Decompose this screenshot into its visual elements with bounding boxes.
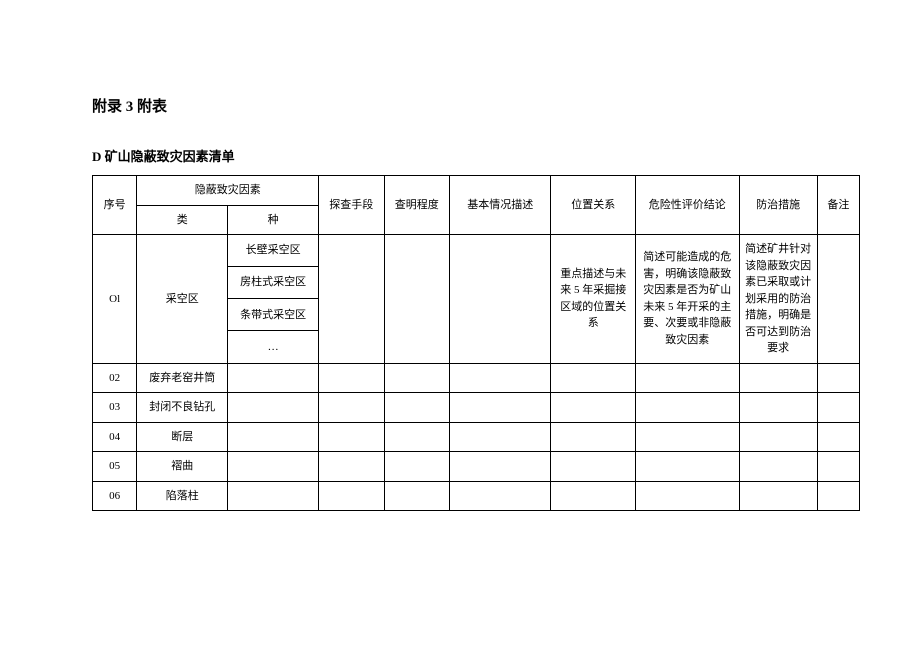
cell-note bbox=[817, 393, 859, 423]
cell-desc bbox=[450, 363, 551, 393]
cell-prevention bbox=[739, 393, 817, 423]
cell-category: 封闭不良钻孔 bbox=[137, 393, 228, 423]
header-type: 种 bbox=[228, 205, 319, 235]
cell-risk bbox=[635, 363, 739, 393]
cell-category: 陷落柱 bbox=[137, 481, 228, 511]
header-position: 位置关系 bbox=[551, 176, 636, 235]
cell-method bbox=[319, 393, 385, 423]
cell-seq: 04 bbox=[93, 422, 137, 452]
cell-note bbox=[817, 235, 859, 364]
cell-method bbox=[319, 481, 385, 511]
cell-degree bbox=[384, 393, 450, 423]
header-prevention: 防治措施 bbox=[739, 176, 817, 235]
cell-method bbox=[319, 452, 385, 482]
cell-note bbox=[817, 481, 859, 511]
cell-degree bbox=[384, 481, 450, 511]
header-factor-group: 隐蔽致灾因素 bbox=[137, 176, 319, 206]
cell-risk bbox=[635, 452, 739, 482]
cell-risk bbox=[635, 481, 739, 511]
cell-seq: 06 bbox=[93, 481, 137, 511]
cell-type: 房柱式采空区 bbox=[228, 267, 319, 299]
cell-position bbox=[551, 422, 636, 452]
cell-seq: 05 bbox=[93, 452, 137, 482]
cell-risk bbox=[635, 422, 739, 452]
cell-category: 褶曲 bbox=[137, 452, 228, 482]
hazard-factors-table: 序号 隐蔽致灾因素 探查手段 查明程度 基本情况描述 位置关系 危险性评价结论 … bbox=[92, 175, 860, 511]
cell-prevention bbox=[739, 422, 817, 452]
cell-desc bbox=[450, 481, 551, 511]
header-seq: 序号 bbox=[93, 176, 137, 235]
cell-prevention bbox=[739, 481, 817, 511]
cell-type bbox=[228, 363, 319, 393]
header-method: 探查手段 bbox=[319, 176, 385, 235]
cell-seq: 03 bbox=[93, 393, 137, 423]
cell-prevention: 简述矿井针对该隐蔽致灾因素已采取或计划采用的防治措施，明确是否可达到防治要求 bbox=[739, 235, 817, 364]
cell-seq: Ol bbox=[93, 235, 137, 364]
cell-seq: 02 bbox=[93, 363, 137, 393]
cell-category: 断层 bbox=[137, 422, 228, 452]
cell-degree bbox=[384, 363, 450, 393]
cell-desc bbox=[450, 422, 551, 452]
cell-desc bbox=[450, 452, 551, 482]
cell-type: 条带式采空区 bbox=[228, 299, 319, 331]
appendix-heading: 附录 3 附表 bbox=[92, 95, 860, 116]
table-row: 02 废弃老窑井筒 bbox=[93, 363, 860, 393]
header-row-1: 序号 隐蔽致灾因素 探查手段 查明程度 基本情况描述 位置关系 危险性评价结论 … bbox=[93, 176, 860, 206]
table-row: Ol 采空区 长壁采空区 重点描述与未来 5 年采掘接区域的位置关系 简述可能造… bbox=[93, 235, 860, 267]
cell-desc bbox=[450, 235, 551, 364]
table-title: D 矿山隐蔽致灾因素清单 bbox=[92, 146, 860, 165]
cell-method bbox=[319, 422, 385, 452]
cell-desc bbox=[450, 393, 551, 423]
header-risk: 危险性评价结论 bbox=[635, 176, 739, 235]
cell-method bbox=[319, 235, 385, 364]
cell-category: 采空区 bbox=[137, 235, 228, 364]
cell-prevention bbox=[739, 452, 817, 482]
cell-method bbox=[319, 363, 385, 393]
cell-type bbox=[228, 393, 319, 423]
cell-position bbox=[551, 363, 636, 393]
cell-degree bbox=[384, 422, 450, 452]
cell-type bbox=[228, 452, 319, 482]
table-row: 04 断层 bbox=[93, 422, 860, 452]
cell-position bbox=[551, 481, 636, 511]
cell-category: 废弃老窑井筒 bbox=[137, 363, 228, 393]
cell-risk bbox=[635, 393, 739, 423]
cell-position bbox=[551, 393, 636, 423]
header-category: 类 bbox=[137, 205, 228, 235]
cell-note bbox=[817, 452, 859, 482]
table-row: 06 陷落柱 bbox=[93, 481, 860, 511]
cell-prevention bbox=[739, 363, 817, 393]
header-desc: 基本情况描述 bbox=[450, 176, 551, 235]
cell-position bbox=[551, 452, 636, 482]
cell-degree bbox=[384, 235, 450, 364]
cell-type bbox=[228, 422, 319, 452]
cell-note bbox=[817, 422, 859, 452]
cell-position: 重点描述与未来 5 年采掘接区域的位置关系 bbox=[551, 235, 636, 364]
cell-type bbox=[228, 481, 319, 511]
table-row: 03 封闭不良钻孔 bbox=[93, 393, 860, 423]
cell-degree bbox=[384, 452, 450, 482]
cell-type: 长壁采空区 bbox=[228, 235, 319, 267]
header-note: 备注 bbox=[817, 176, 859, 235]
cell-note bbox=[817, 363, 859, 393]
cell-risk: 简述可能造成的危害，明确该隐蔽致灾因素是否为矿山未来 5 年开采的主要、次要或非… bbox=[635, 235, 739, 364]
table-row: 05 褶曲 bbox=[93, 452, 860, 482]
cell-type: … bbox=[228, 331, 319, 363]
header-degree: 查明程度 bbox=[384, 176, 450, 235]
